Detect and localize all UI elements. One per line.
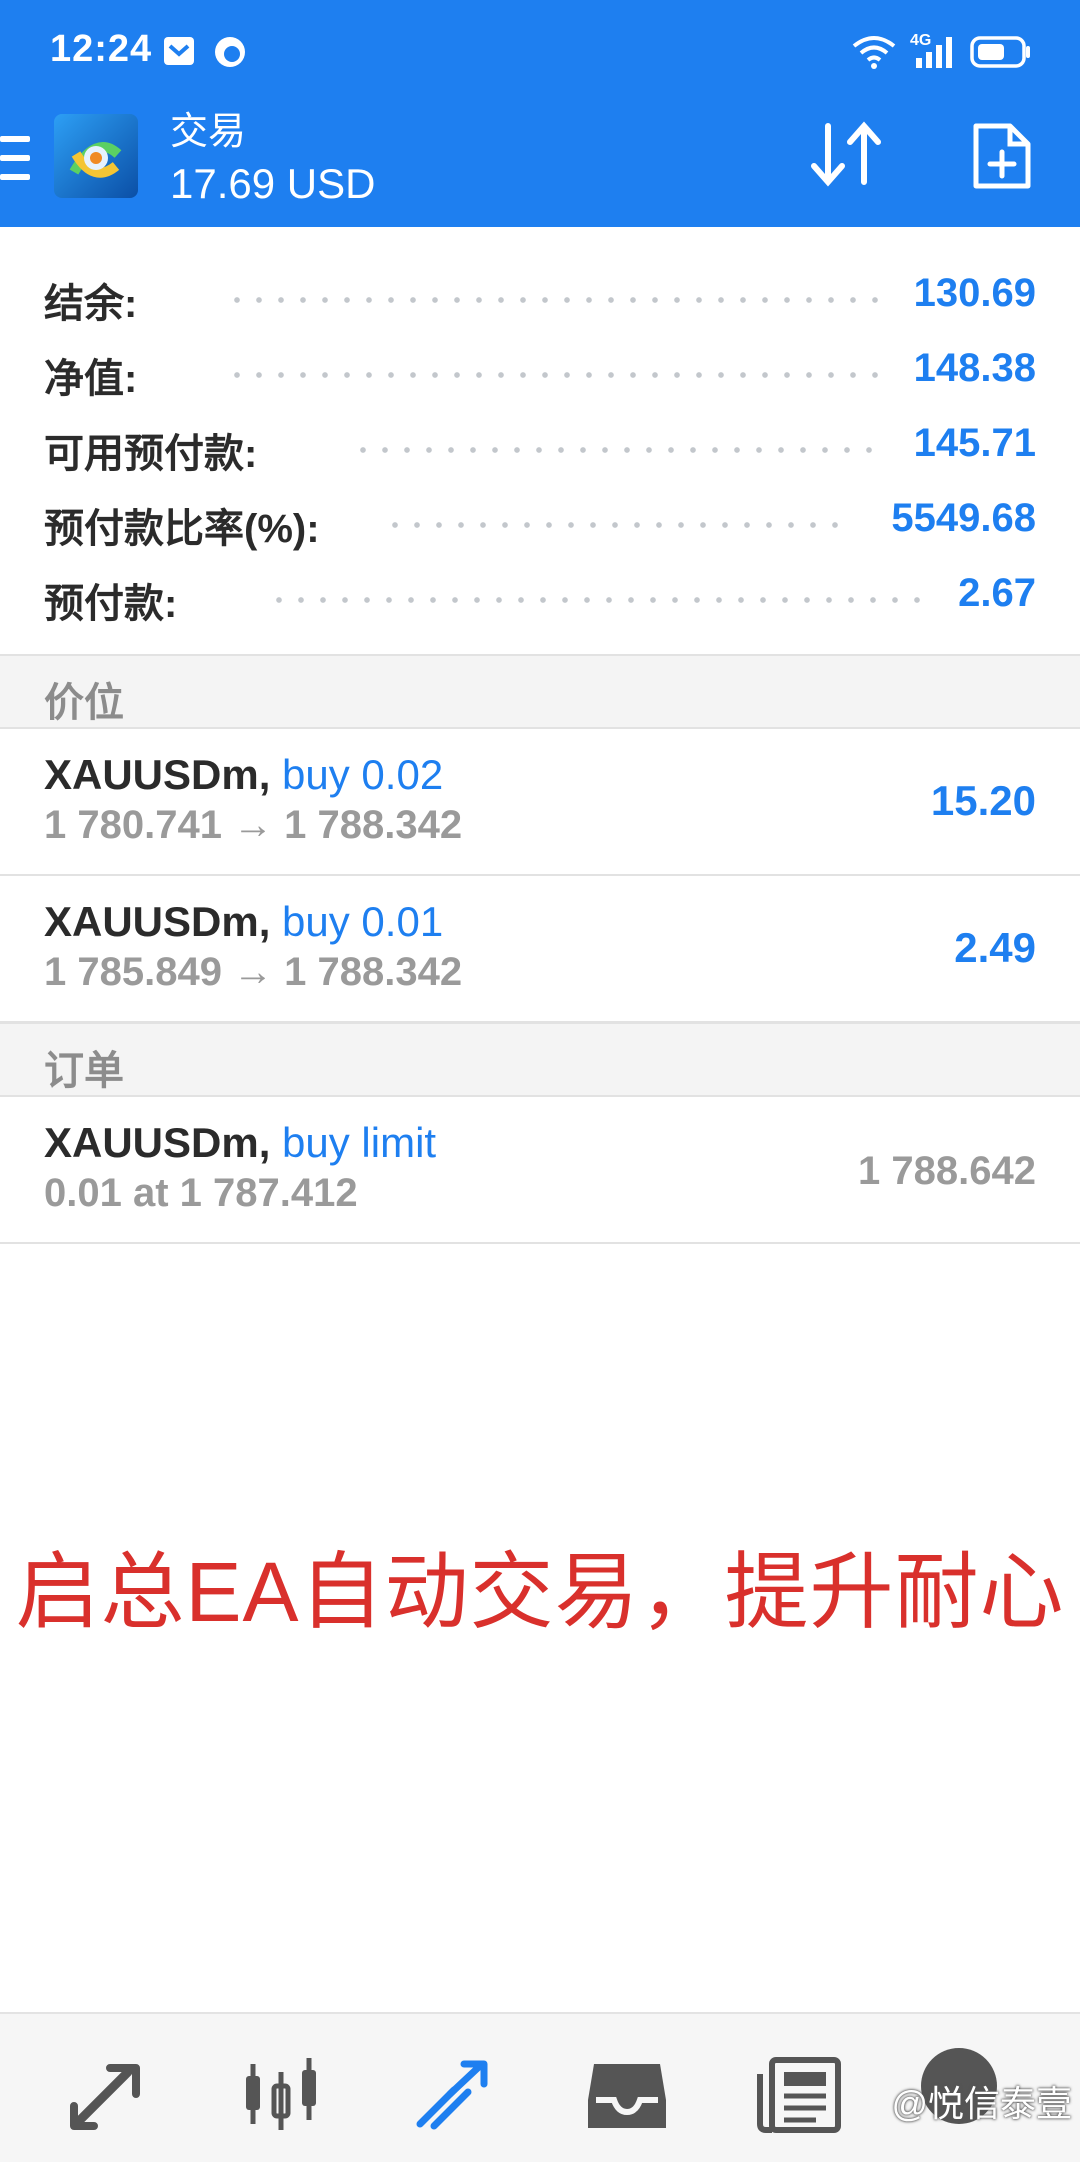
- summary-value: 148.38: [913, 346, 1036, 390]
- summary-value: 130.69: [913, 271, 1036, 315]
- new-order-icon[interactable]: [970, 120, 1034, 192]
- summary-label: 结余:: [44, 282, 138, 326]
- summary-value: 5549.68: [891, 496, 1036, 540]
- app-header: 12:24 4G 交易 17.69 USD: [0, 0, 1080, 227]
- summary-row-margin-level: 预付款比率(%): 5549.68: [0, 478, 1080, 553]
- dot-leader: [268, 597, 928, 603]
- position-symbol: XAUUSDm, buy 0.02: [44, 751, 443, 799]
- trade-action: buy 0.01: [282, 898, 444, 945]
- summary-row-free-margin: 可用预付款: 145.71: [0, 403, 1080, 478]
- summary-row-balance: 结余: 130.69: [0, 253, 1080, 328]
- trade-action: buy 0.02: [282, 751, 444, 798]
- summary-row-margin: 预付款: 2.67: [0, 553, 1080, 628]
- trade-icon[interactable]: [410, 2054, 500, 2134]
- symbol-name: XAUUSDm,: [44, 1119, 271, 1166]
- history-icon[interactable]: [582, 2054, 672, 2134]
- summary-value: 2.67: [958, 571, 1036, 615]
- status-bar: 12:24 4G: [0, 0, 1080, 107]
- status-time: 12:24: [50, 28, 153, 70]
- page-title: 交易: [170, 111, 247, 153]
- mail-notification-icon: [164, 37, 194, 65]
- position-row[interactable]: XAUUSDm, buy 0.01 1 785.849 → 1 788.342 …: [0, 876, 1080, 1023]
- summary-label: 预付款:: [44, 582, 178, 626]
- order-row[interactable]: XAUUSDm, buy limit 0.01 at 1 787.412 1 7…: [0, 1097, 1080, 1244]
- section-header-orders: 订单: [0, 1022, 1080, 1097]
- quotes-icon[interactable]: [66, 2054, 156, 2134]
- news-icon[interactable]: [756, 2054, 846, 2134]
- app-logo: [54, 114, 138, 198]
- sort-icon[interactable]: [806, 118, 888, 190]
- dot-leader: [352, 447, 872, 453]
- watermark-text: @悦信泰壹: [891, 2083, 1072, 2124]
- order-detail: 0.01 at 1 787.412: [44, 1171, 358, 1215]
- overlay-caption: 启总EA自动交易，提升耐心: [15, 1545, 1065, 1639]
- battery-icon: [970, 36, 1030, 68]
- chart-icon[interactable]: [236, 2054, 326, 2134]
- position-row[interactable]: XAUUSDm, buy 0.02 1 780.741 → 1 788.342 …: [0, 729, 1080, 876]
- price-range: 1 780.741 → 1 788.342: [44, 803, 463, 847]
- current-price: 1 788.642: [858, 1149, 1036, 1193]
- account-balance: 17.69 USD: [170, 160, 376, 207]
- symbol-name: XAUUSDm,: [44, 898, 271, 945]
- summary-row-equity: 净值: 148.38: [0, 328, 1080, 403]
- section-title: 订单: [44, 1049, 124, 1093]
- signal-icon: [916, 37, 952, 68]
- section-title: 价位: [44, 681, 124, 725]
- dot-leader: [384, 522, 852, 528]
- order-type: buy limit: [282, 1119, 437, 1166]
- summary-label: 可用预付款:: [44, 432, 258, 476]
- position-symbol: XAUUSDm, buy 0.01: [44, 898, 443, 946]
- order-symbol: XAUUSDm, buy limit: [44, 1119, 436, 1167]
- section-header-positions: 价位: [0, 654, 1080, 729]
- summary-label: 净值:: [44, 357, 138, 401]
- dot-leader: [226, 372, 886, 378]
- wifi-icon: [852, 36, 896, 69]
- profit-value: 2.49: [954, 924, 1036, 971]
- summary-label: 预付款比率(%):: [44, 507, 320, 551]
- dot-leader: [226, 297, 886, 303]
- symbol-name: XAUUSDm,: [44, 751, 271, 798]
- app-notification-icon: [215, 37, 245, 67]
- menu-icon[interactable]: [0, 136, 32, 180]
- price-range: 1 785.849 → 1 788.342: [44, 950, 463, 994]
- summary-value: 145.71: [913, 421, 1036, 465]
- profit-value: 15.20: [930, 777, 1036, 824]
